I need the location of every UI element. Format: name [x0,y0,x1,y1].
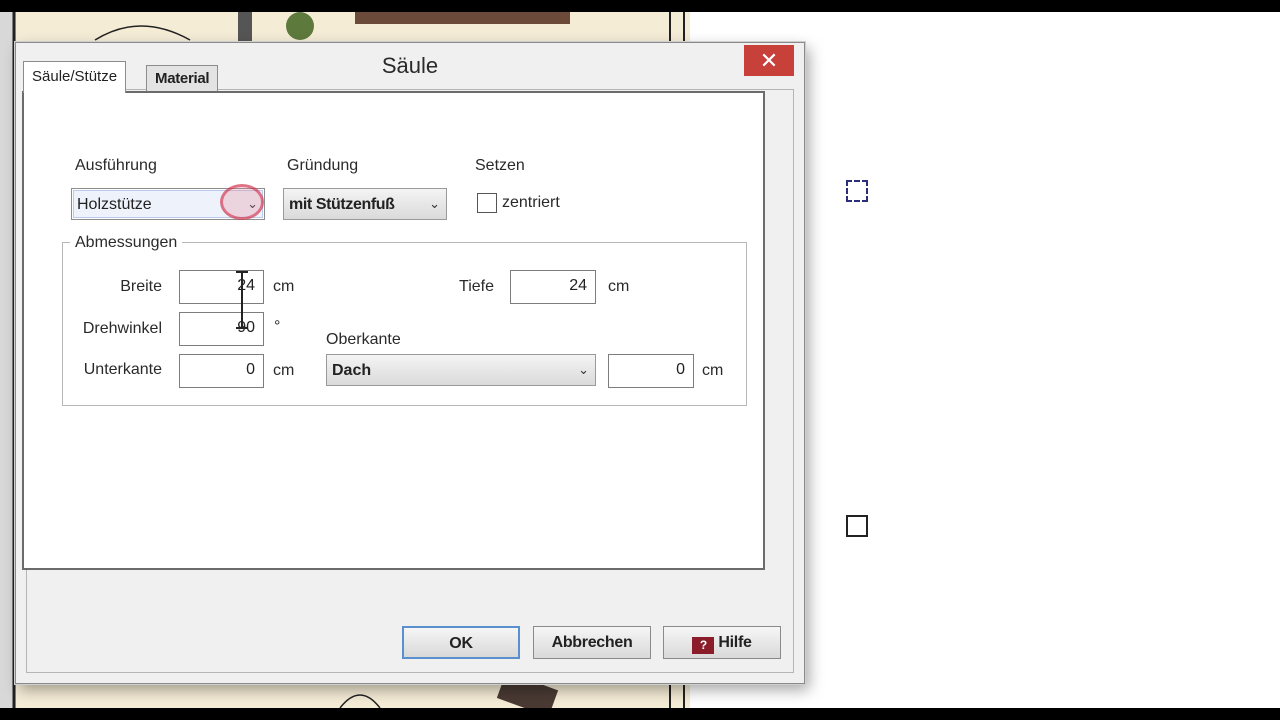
help-button[interactable]: ? Hilfe [663,626,781,659]
tab-saeule-stuetze[interactable]: Säule/Stütze [23,61,127,93]
chevron-down-icon: ⌄ [429,196,440,211]
top-letterbox-bar [0,0,1280,12]
oberkante-value: Dach [332,362,372,379]
setzen-label: Setzen [475,157,525,174]
breite-unit: cm [273,278,295,295]
breite-label: Breite [120,278,162,295]
tab-material[interactable]: Material [146,65,219,92]
oberkante-dropdown[interactable]: Dach ⌄ [326,354,596,386]
zentriert-label[interactable]: zentriert [502,194,560,212]
tiefe-input[interactable]: 24 [510,270,596,304]
text-cursor-icon [236,271,248,329]
selection-marker[interactable] [846,515,868,537]
tiefe-unit: cm [608,278,630,295]
gruendung-label: Gründung [287,157,359,174]
unterkante-unit: cm [273,362,295,379]
plan-furniture [355,12,570,24]
unterkante-label: Unterkante [83,361,162,378]
plan-door-arc-bottom [339,694,381,708]
zentriert-checkbox[interactable] [477,193,497,213]
help-button-label: Hilfe [718,634,752,651]
drehwinkel-label: Drehwinkel [82,320,162,337]
close-icon: ✕ [759,48,779,73]
help-icon: ? [692,637,715,654]
ok-button[interactable]: OK [402,626,520,659]
selection-marker-dashed[interactable] [846,180,868,202]
plan-wall-stub [238,12,252,42]
gruendung-dropdown[interactable]: mit Stützenfuß ⌄ [283,188,447,220]
gruendung-value: mit Stützenfuß [289,196,395,213]
bottom-letterbox-bar [0,708,1280,720]
chevron-down-icon: ⌄ [578,362,589,377]
dialog-titlebar[interactable]: Säule ✕ [16,43,804,89]
oberkante-offset-input[interactable]: 0 [608,354,694,388]
close-button[interactable]: ✕ [744,45,794,76]
abmessungen-title: Abmessungen [70,234,183,252]
oberkante-label: Oberkante [326,331,401,348]
plan-plant-symbol [286,12,314,40]
cancel-button[interactable]: Abbrechen [533,626,651,659]
unterkante-input[interactable]: 0 [179,354,264,388]
tiefe-label: Tiefe [459,278,494,295]
ausfuehrung-label: Ausführung [75,157,157,174]
drehwinkel-unit: ° [274,318,281,335]
dialog-title: Säule [381,53,439,78]
ausfuehrung-value: Holzstütze [77,196,152,213]
mouse-click-highlight [220,184,264,220]
plan-door-arc [94,25,191,41]
oberkante-unit: cm [702,362,724,379]
